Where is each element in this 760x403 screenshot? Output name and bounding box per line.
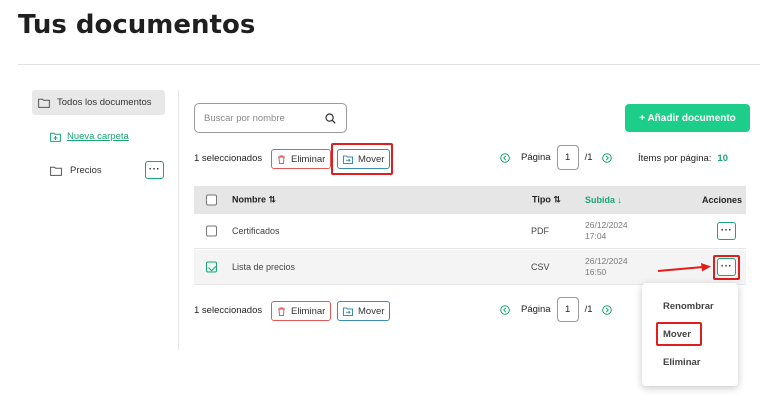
move-label: Mover [358,305,385,317]
sidebar-divider [178,90,179,350]
header-name[interactable]: Nombre ⇅ [232,195,276,206]
menu-move-highlight [656,322,702,346]
delete-button[interactable]: Eliminar [271,301,332,321]
annotation-arrow-icon [657,263,711,272]
trash-icon [278,155,285,164]
trash-icon [278,307,285,316]
delete-button[interactable]: Eliminar [271,149,332,169]
row-name: Certificados [232,226,280,236]
search-icon[interactable] [325,112,336,124]
row-date-time: 17:04 [585,231,607,241]
row-type: PDF [531,226,549,236]
sidebar-item-label: Precios [70,165,102,176]
page-input[interactable]: 1 [556,145,579,170]
row-type: CSV [531,262,550,272]
row-date-day: 26/12/2024 [585,256,628,266]
sidebar-item-precios[interactable]: Precios [50,165,102,176]
header-uploaded-label: Subida [585,195,616,205]
per-page-label: Ítems por página: [638,153,712,164]
add-document-button[interactable]: + Añadir documento [625,104,750,132]
more-dots-icon: ··· [720,225,733,236]
row-more-button[interactable]: ··· [717,222,736,240]
search-box [194,103,347,133]
chevron-left-circle-icon[interactable] [500,304,510,315]
row-date-time: 16:50 [585,267,607,277]
items-per-page: Ítems por página: 10 [638,153,728,164]
folder-move-icon [343,307,353,316]
folder-plus-icon [50,132,61,142]
pagination-bottom: Página 1 /1 [500,297,612,322]
header-divider [18,64,760,65]
chevron-right-circle-icon[interactable] [601,152,612,163]
pagination-top: Página 1 /1 [500,145,612,170]
row-checkbox[interactable] [206,261,217,273]
page-total: /1 [584,152,593,163]
new-folder-label: Nueva carpeta [67,131,129,142]
row-context-menu: Renombrar Mover Eliminar [642,283,738,386]
chevron-left-circle-icon[interactable] [500,152,510,163]
page-label: Página [521,304,551,315]
select-all-checkbox[interactable] [206,194,217,206]
folder-icon [38,98,50,108]
move-button[interactable]: Mover [337,301,391,321]
row-more-highlight [713,255,740,280]
menu-item-delete[interactable]: Eliminar [663,357,701,368]
new-folder-link[interactable]: Nueva carpeta [50,131,129,142]
page-total: /1 [584,304,593,315]
selected-count: 1 seleccionados [194,305,263,316]
per-page-value[interactable]: 10 [717,153,728,164]
more-dots-icon: ··· [148,164,161,175]
page-input[interactable]: 1 [556,297,579,322]
row-name: Lista de precios [232,262,296,272]
row-checkbox[interactable] [206,225,217,237]
page-title: Tus documentos [18,10,256,40]
page-label: Página [521,152,551,163]
folder-more-button[interactable]: ··· [145,161,164,179]
delete-label: Eliminar [291,153,326,165]
row-date: 26/12/2024 16:50 [585,256,628,278]
table-header: Nombre ⇅ Tipo ⇅ Subida ↓ Acciones [194,186,746,214]
search-input[interactable] [204,112,319,124]
header-type[interactable]: Tipo ⇅ [532,195,561,206]
sidebar-item-label: Todos los documentos [57,97,152,108]
folder-icon [50,166,62,176]
menu-item-rename[interactable]: Renombrar [663,301,714,312]
move-button-highlight [331,143,393,175]
sidebar-item-all-documents[interactable]: Todos los documentos [32,90,165,115]
table-row[interactable]: Certificados PDF 26/12/2024 17:04 ··· [194,214,746,249]
selected-count: 1 seleccionados [194,153,263,164]
row-date-day: 26/12/2024 [585,220,628,230]
row-date: 26/12/2024 17:04 [585,220,628,242]
header-actions: Acciones [702,195,743,205]
header-uploaded[interactable]: Subida ↓ [585,195,622,205]
delete-label: Eliminar [291,305,326,317]
chevron-right-circle-icon[interactable] [601,304,612,315]
sort-desc-icon: ↓ [617,195,623,205]
